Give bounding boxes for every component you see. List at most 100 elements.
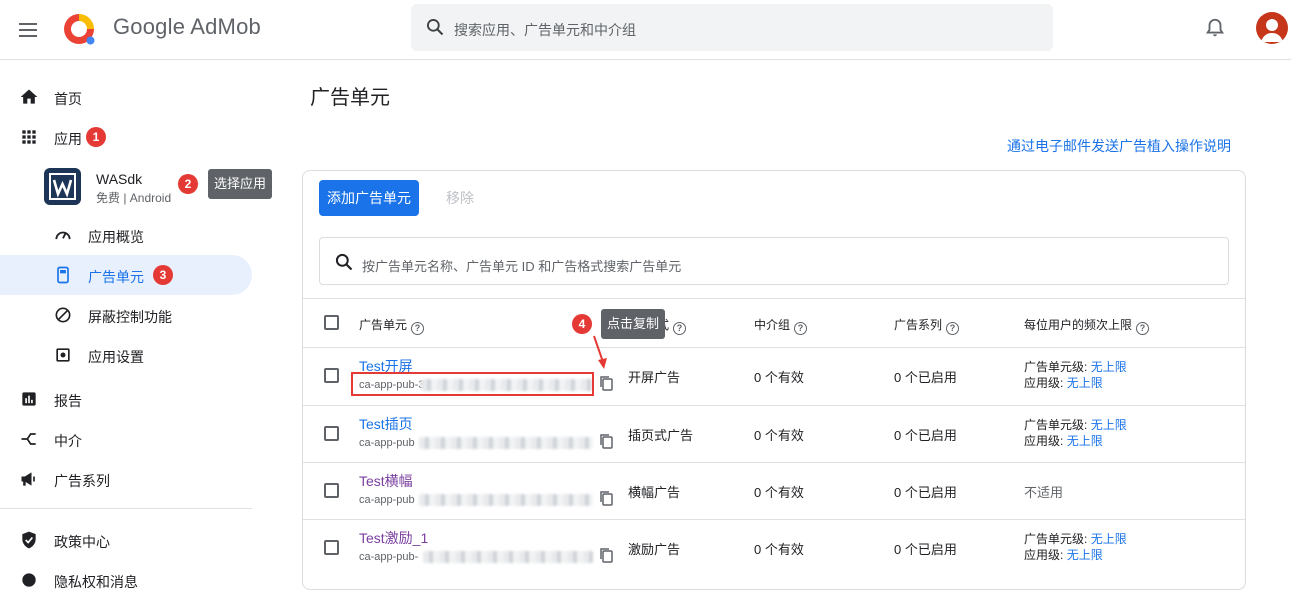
search-placeholder: 按广告单元名称、广告单元 ID 和广告格式搜索广告单元 xyxy=(362,259,682,274)
freq-unit-value[interactable]: 无上限 xyxy=(1091,532,1127,546)
email-instructions-link[interactable]: 通过电子邮件发送广告植入操作说明 xyxy=(1007,136,1231,156)
sidebar-divider xyxy=(0,508,252,509)
sidebar-item-label: 报告 xyxy=(54,393,82,409)
column-header-campaigns[interactable]: 广告系列? xyxy=(894,316,960,335)
freq-app-value[interactable]: 无上限 xyxy=(1067,376,1103,390)
app-meta: 免费 | Android xyxy=(96,191,172,205)
row-checkbox[interactable] xyxy=(324,483,339,498)
select-all-checkbox[interactable] xyxy=(324,315,339,330)
copy-icon[interactable] xyxy=(599,375,613,391)
sidebar-item-home[interactable]: 首页 xyxy=(0,77,252,117)
column-header-label: 每位用户的频次上限 xyxy=(1024,318,1133,332)
reports-icon xyxy=(22,392,36,406)
sidebar-item-app-overview[interactable]: 应用概览 xyxy=(0,215,252,255)
block-icon xyxy=(55,307,71,323)
sidebar-item-label: 应用 xyxy=(54,131,82,147)
mediation-cell[interactable]: 0 个有效 xyxy=(754,482,804,501)
freq-app-value[interactable]: 无上限 xyxy=(1067,548,1103,562)
help-icon[interactable]: ? xyxy=(411,322,425,335)
frequency-cap-cell: 不适用 xyxy=(1024,485,1064,500)
account-avatar[interactable] xyxy=(1256,12,1288,44)
app-icon[interactable] xyxy=(44,168,81,205)
step-badge-1: 1 xyxy=(86,127,106,147)
apps-grid-icon xyxy=(22,130,36,144)
sidebar-item-ad-units[interactable]: 广告单元 3 xyxy=(0,255,252,295)
sidebar-item-policy-center[interactable]: 政策中心 xyxy=(0,520,252,560)
app-name[interactable]: WASdk xyxy=(96,171,142,187)
mediation-cell[interactable]: 0 个有效 xyxy=(754,367,804,386)
ad-unit-name-link[interactable]: Test激励_1 xyxy=(359,528,428,548)
campaigns-cell[interactable]: 0 个已启用 xyxy=(894,425,957,444)
column-header-label: 中介组 xyxy=(754,318,791,332)
freq-unit-value[interactable]: 无上限 xyxy=(1091,418,1127,432)
freq-app-label: 应用级: xyxy=(1024,376,1064,390)
sidebar-item-label: 政策中心 xyxy=(54,534,110,550)
redacted-id xyxy=(419,437,593,449)
frequency-cap-cell: 广告单元级: 无上限 应用级: 无上限 xyxy=(1024,417,1127,449)
redacted-id xyxy=(423,551,593,563)
help-icon[interactable]: ? xyxy=(1136,322,1150,335)
main-content: 广告单元 通过电子邮件发送广告植入操作说明 添加广告单元 移除 按广告单元名称、… xyxy=(276,60,1291,590)
help-icon[interactable]: ? xyxy=(946,322,960,335)
mediation-cell[interactable]: 0 个有效 xyxy=(754,539,804,558)
sidebar-item-campaigns[interactable]: 广告系列 xyxy=(0,459,252,499)
step-badge-3: 3 xyxy=(153,265,173,285)
table-row[interactable]: Test插页 ca-app-pub 插页式广告 0 个有效 0 个已启用 广告单… xyxy=(303,406,1245,463)
mediation-cell[interactable]: 0 个有效 xyxy=(754,425,804,444)
speedometer-icon xyxy=(55,231,71,240)
hamburger-menu-icon[interactable] xyxy=(16,18,40,42)
global-search-input[interactable]: 搜索应用、广告单元和中介组 xyxy=(411,4,1053,51)
column-header-ad-unit[interactable]: 广告单元? xyxy=(359,316,425,335)
sidebar-item-mediation[interactable]: 中介 xyxy=(0,419,252,459)
column-header-label: 广告单元 xyxy=(359,318,408,332)
sidebar-item-apps[interactable]: 应用 1 xyxy=(0,117,252,157)
ad-units-card: 添加广告单元 移除 按广告单元名称、广告单元 ID 和广告格式搜索广告单元 广告… xyxy=(302,170,1246,590)
table-row[interactable]: Test横幅 ca-app-pub 横幅广告 0 个有效 0 个已启用 不适用 xyxy=(303,463,1245,520)
row-checkbox[interactable] xyxy=(324,540,339,555)
freq-unit-value[interactable]: 无上限 xyxy=(1091,360,1127,374)
column-header-frequency-cap[interactable]: 每位用户的频次上限? xyxy=(1024,316,1150,335)
sidebar-item-reports[interactable]: 报告 xyxy=(0,379,252,419)
freq-app-label: 应用级: xyxy=(1024,548,1064,562)
table-divider xyxy=(303,298,1245,299)
freq-app-value[interactable]: 无上限 xyxy=(1067,434,1103,448)
sidebar-item-app-settings[interactable]: 应用设置 xyxy=(0,335,252,375)
sidebar-item-label: 屏蔽控制功能 xyxy=(88,309,172,325)
brand-name: Google AdMob xyxy=(113,14,261,39)
help-icon[interactable]: ? xyxy=(673,322,687,335)
add-ad-unit-button[interactable]: 添加广告单元 xyxy=(319,180,419,216)
copy-icon[interactable] xyxy=(599,433,613,449)
notifications-bell-icon[interactable] xyxy=(1204,17,1226,39)
privacy-icon xyxy=(22,573,36,587)
remove-button[interactable]: 移除 xyxy=(446,188,474,208)
row-checkbox[interactable] xyxy=(324,426,339,441)
copy-icon[interactable] xyxy=(599,547,613,563)
ad-unit-id: ca-app-pub xyxy=(359,494,415,506)
campaigns-cell[interactable]: 0 个已启用 xyxy=(894,482,957,501)
ad-unit-search-input[interactable]: 按广告单元名称、广告单元 ID 和广告格式搜索广告单元 xyxy=(319,237,1229,285)
sidebar-item-label: 应用设置 xyxy=(88,349,144,365)
home-icon xyxy=(20,89,38,104)
ad-unit-name-link[interactable]: Test插页 xyxy=(359,414,413,434)
step-badge-4: 4 xyxy=(572,314,592,334)
ad-unit-name-link[interactable]: Test横幅 xyxy=(359,471,413,491)
table-row[interactable]: Test激励_1 ca-app-pub- 激励广告 0 个有效 0 个已启用 广… xyxy=(303,520,1245,577)
column-header-mediation[interactable]: 中介组? xyxy=(754,316,808,335)
sidebar-nav: 首页 应用 1 WASdk 免费 | Android 2 选择应用 应用概览 广… xyxy=(0,60,275,590)
sidebar-item-privacy[interactable]: 隐私权和消息 xyxy=(0,560,252,600)
frequency-cap-cell: 广告单元级: 无上限 应用级: 无上限 xyxy=(1024,359,1127,391)
search-icon xyxy=(427,19,444,36)
help-icon[interactable]: ? xyxy=(794,322,808,335)
freq-unit-label: 广告单元级: xyxy=(1024,418,1088,432)
format-cell: 插页式广告 xyxy=(628,428,694,443)
search-icon xyxy=(335,253,353,271)
campaigns-cell[interactable]: 0 个已启用 xyxy=(894,367,957,386)
copy-icon[interactable] xyxy=(599,490,613,506)
format-cell: 横幅广告 xyxy=(628,485,681,500)
mediation-icon xyxy=(21,433,36,445)
campaigns-cell[interactable]: 0 个已启用 xyxy=(894,539,957,558)
sidebar-item-label: 广告单元 xyxy=(88,269,144,285)
sidebar-item-blocking-controls[interactable]: 屏蔽控制功能 xyxy=(0,295,252,335)
row-checkbox[interactable] xyxy=(324,368,339,383)
search-placeholder: 搜索应用、广告单元和中介组 xyxy=(454,22,636,38)
